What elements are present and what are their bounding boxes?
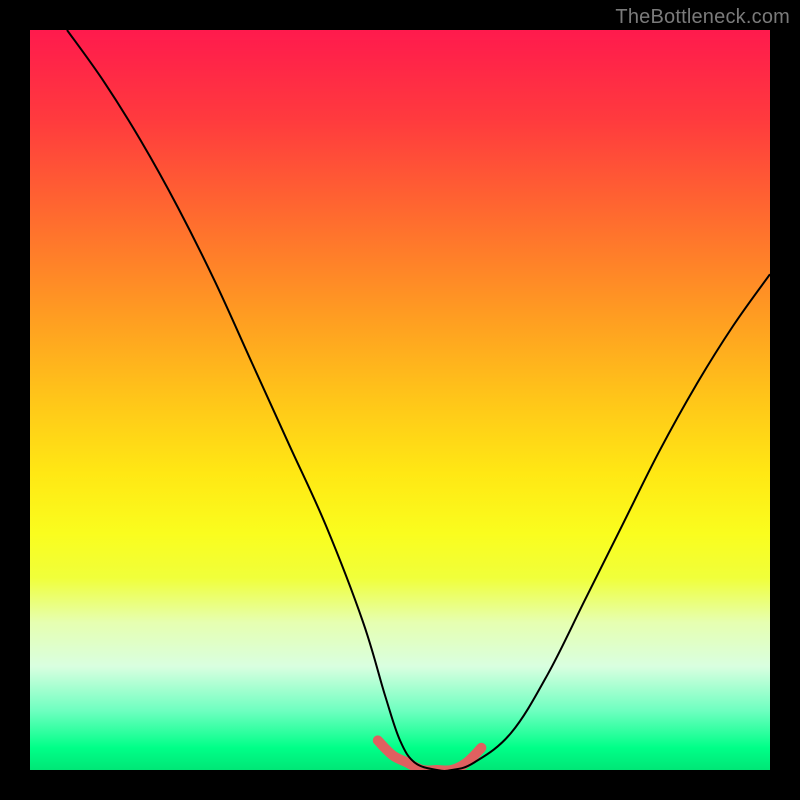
highlight-curve [378,740,482,770]
plot-area [30,30,770,770]
watermark-text: TheBottleneck.com [615,6,790,29]
curve-svg [30,30,770,770]
main-curve [67,30,770,770]
chart-container: TheBottleneck.com [0,0,800,800]
